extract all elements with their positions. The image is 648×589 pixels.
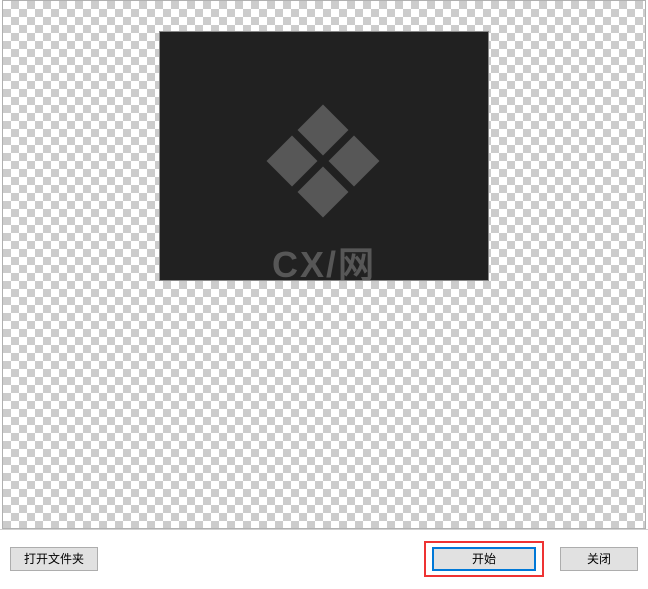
watermark-text: CX/网 (272, 236, 376, 281)
button-bar: 打开文件夹 开始 关闭 (0, 529, 648, 587)
image-preview: CX/网 (159, 31, 489, 281)
highlight-annotation: 开始 (424, 541, 544, 577)
canvas-area: CX/网 (2, 0, 646, 529)
start-button[interactable]: 开始 (432, 547, 536, 571)
open-folder-button[interactable]: 打开文件夹 (10, 547, 98, 571)
close-button[interactable]: 关闭 (560, 547, 638, 571)
